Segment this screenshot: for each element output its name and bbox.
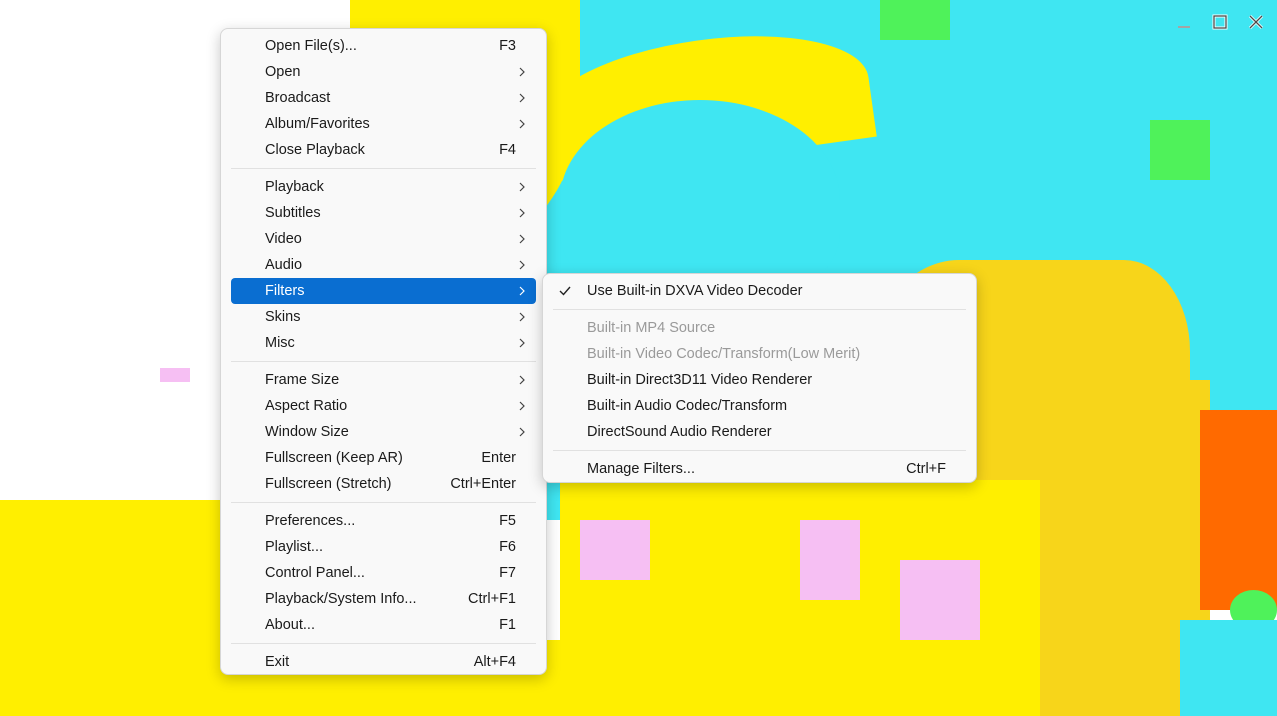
chevron-right-icon	[516, 59, 528, 85]
menu-item-label: Aspect Ratio	[265, 398, 348, 414]
menu-item-subtitles[interactable]: Subtitles	[231, 200, 536, 226]
menu-item-label: Fullscreen (Stretch)	[265, 476, 392, 492]
maximize-icon[interactable]	[1207, 10, 1233, 34]
menu-separator	[553, 309, 966, 310]
minimize-icon[interactable]	[1171, 10, 1197, 34]
menu-item-label: DirectSound Audio Renderer	[587, 424, 772, 440]
menu-item-misc[interactable]: Misc	[231, 330, 536, 356]
menu-item-skins[interactable]: Skins	[231, 304, 536, 330]
menu-item-label: Frame Size	[265, 372, 340, 388]
menu-item-label: Control Panel...	[265, 565, 365, 581]
menu-item-label: About...	[265, 617, 315, 633]
menu-item-label: Playback/System Info...	[265, 591, 417, 607]
menu-item-shortcut: Ctrl+Enter	[450, 476, 516, 492]
menu-separator	[231, 502, 536, 503]
menu-item-frame-size[interactable]: Frame Size	[231, 367, 536, 393]
menu-item-label: Window Size	[265, 424, 349, 440]
menu-item-label: Use Built-in DXVA Video Decoder	[587, 283, 803, 299]
menu-item-preferences[interactable]: Preferences... F5	[231, 508, 536, 534]
menu-item-window-size[interactable]: Window Size	[231, 419, 536, 445]
menu-item-video[interactable]: Video	[231, 226, 536, 252]
menu-item-label: Built-in Video Codec/Transform(Low Merit…	[587, 346, 861, 362]
chevron-right-icon	[516, 200, 528, 226]
menu-item-broadcast[interactable]: Broadcast	[231, 85, 536, 111]
menu-item-label: Preferences...	[265, 513, 356, 529]
menu-item-label: Broadcast	[265, 90, 331, 106]
menu-item-label: Close Playback	[265, 142, 365, 158]
menu-item-label: Misc	[265, 335, 295, 351]
submenu-item-manage-filters[interactable]: Manage Filters... Ctrl+F	[553, 456, 966, 482]
main-context-menu: Open File(s)... F3 Open Broadcast Album/…	[220, 28, 547, 675]
menu-item-shortcut: F6	[499, 539, 516, 555]
chevron-right-icon	[516, 367, 528, 393]
menu-separator	[231, 361, 536, 362]
menu-item-label: Playlist...	[265, 539, 324, 555]
menu-item-control-panel[interactable]: Control Panel... F7	[231, 560, 536, 586]
chevron-right-icon	[516, 278, 528, 304]
submenu-item-mp4-source: Built-in MP4 Source	[553, 315, 966, 341]
menu-item-label: Built-in MP4 Source	[587, 320, 716, 336]
menu-item-label: Built-in Audio Codec/Transform	[587, 398, 788, 414]
chevron-right-icon	[516, 330, 528, 356]
menu-item-label: Manage Filters...	[587, 461, 695, 477]
submenu-item-video-codec-transform: Built-in Video Codec/Transform(Low Merit…	[553, 341, 966, 367]
menu-item-shortcut: F3	[499, 38, 516, 54]
menu-item-label: Album/Favorites	[265, 116, 370, 132]
chevron-right-icon	[516, 174, 528, 200]
menu-item-close-playback[interactable]: Close Playback F4	[231, 137, 536, 163]
chevron-right-icon	[516, 85, 528, 111]
menu-item-about[interactable]: About... F1	[231, 612, 536, 638]
menu-item-shortcut: F4	[499, 142, 516, 158]
menu-item-exit[interactable]: Exit Alt+F4	[231, 649, 536, 675]
menu-item-playback-system-info[interactable]: Playback/System Info... Ctrl+F1	[231, 586, 536, 612]
menu-separator	[553, 450, 966, 451]
menu-item-label: Subtitles	[265, 205, 321, 221]
chevron-right-icon	[516, 111, 528, 137]
menu-item-playback[interactable]: Playback	[231, 174, 536, 200]
menu-item-shortcut: Alt+F4	[473, 654, 516, 670]
checkmark-icon	[557, 278, 573, 304]
menu-item-filters[interactable]: Filters	[231, 278, 536, 304]
submenu-item-directsound-renderer[interactable]: DirectSound Audio Renderer	[553, 419, 966, 445]
filters-submenu: Use Built-in DXVA Video Decoder Built-in…	[542, 273, 977, 483]
menu-item-label: Filters	[265, 283, 305, 299]
menu-separator	[231, 643, 536, 644]
menu-item-audio[interactable]: Audio	[231, 252, 536, 278]
menu-item-label: Playback	[265, 179, 324, 195]
chevron-right-icon	[516, 304, 528, 330]
menu-item-shortcut: Ctrl+F	[906, 461, 946, 477]
menu-separator	[231, 168, 536, 169]
submenu-item-d3d11-renderer[interactable]: Built-in Direct3D11 Video Renderer	[553, 367, 966, 393]
menu-item-shortcut: F5	[499, 513, 516, 529]
menu-item-open-files[interactable]: Open File(s)... F3	[231, 33, 536, 59]
chevron-right-icon	[516, 252, 528, 278]
menu-item-fullscreen-stretch[interactable]: Fullscreen (Stretch) Ctrl+Enter	[231, 471, 536, 497]
menu-item-label: Exit	[265, 654, 290, 670]
menu-item-shortcut: Ctrl+F1	[468, 591, 516, 607]
chevron-right-icon	[516, 226, 528, 252]
chevron-right-icon	[516, 393, 528, 419]
menu-item-label: Open File(s)...	[265, 38, 357, 54]
menu-item-label: Audio	[265, 257, 303, 273]
close-icon[interactable]	[1243, 10, 1269, 34]
menu-item-shortcut: F7	[499, 565, 516, 581]
submenu-item-audio-codec-transform[interactable]: Built-in Audio Codec/Transform	[553, 393, 966, 419]
menu-item-open[interactable]: Open	[231, 59, 536, 85]
chevron-right-icon	[516, 419, 528, 445]
menu-item-fullscreen-keep-ar[interactable]: Fullscreen (Keep AR) Enter	[231, 445, 536, 471]
menu-item-shortcut: F1	[499, 617, 516, 633]
menu-item-label: Open	[265, 64, 301, 80]
window-controls	[1171, 10, 1269, 34]
menu-item-shortcut: Enter	[481, 450, 516, 466]
submenu-item-dxva-decoder[interactable]: Use Built-in DXVA Video Decoder	[553, 278, 966, 304]
menu-item-aspect-ratio[interactable]: Aspect Ratio	[231, 393, 536, 419]
menu-item-label: Built-in Direct3D11 Video Renderer	[587, 372, 813, 388]
menu-item-playlist[interactable]: Playlist... F6	[231, 534, 536, 560]
menu-item-label: Fullscreen (Keep AR)	[265, 450, 403, 466]
menu-item-label: Video	[265, 231, 302, 247]
menu-item-label: Skins	[265, 309, 301, 325]
menu-item-album-favorites[interactable]: Album/Favorites	[231, 111, 536, 137]
